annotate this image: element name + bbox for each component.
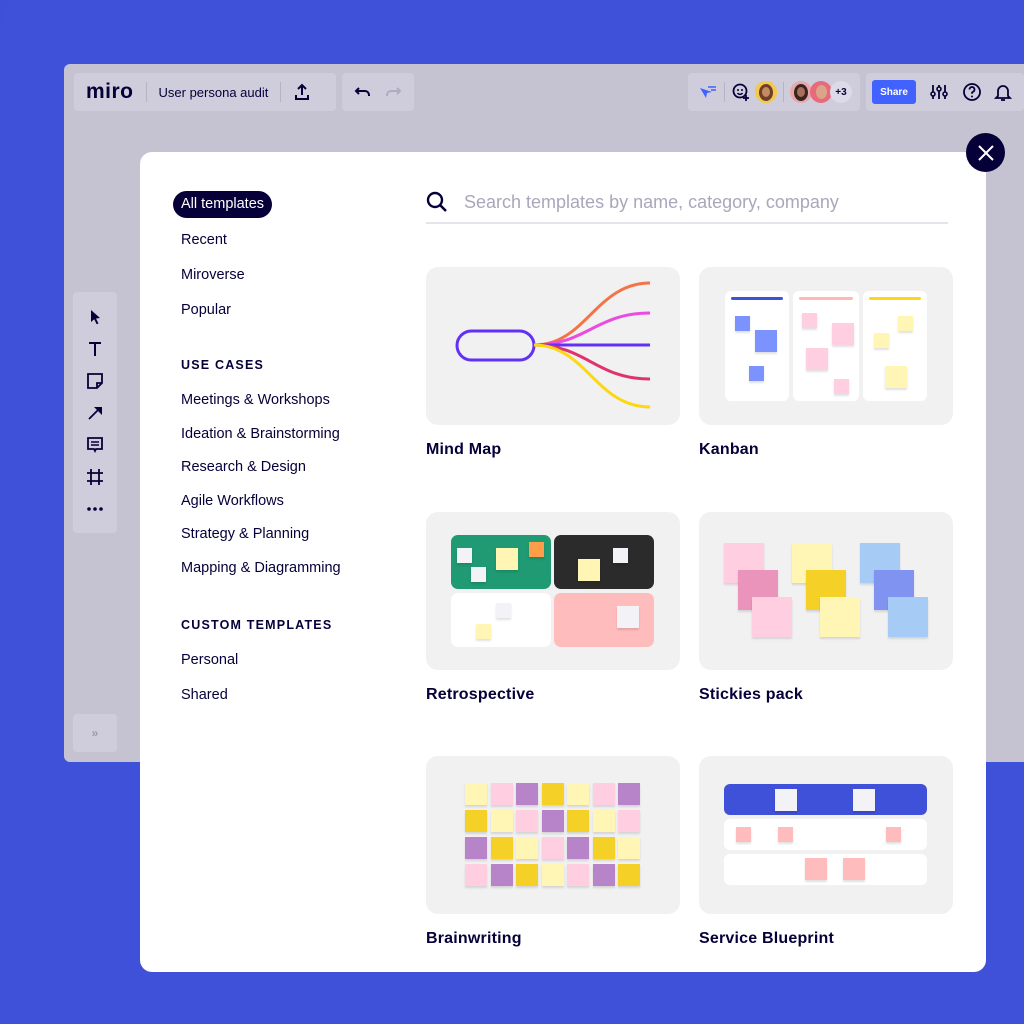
nav-popular[interactable]: Popular (173, 296, 341, 331)
sticky-note (592, 864, 615, 886)
divider (724, 82, 725, 102)
sticky-note (490, 864, 513, 886)
nav-agile-workflows[interactable]: Agile Workflows (173, 487, 341, 521)
avatar[interactable] (790, 81, 812, 103)
search-icon (426, 191, 448, 213)
sticky-note (567, 810, 589, 832)
sticky-note (592, 837, 615, 859)
custom-templates-heading: CUSTOM TEMPLATES (181, 618, 333, 632)
nav-mapping-diagramming[interactable]: Mapping & Diagramming (173, 554, 341, 588)
template-card-brainwriting[interactable]: Brainwriting (426, 756, 680, 948)
template-card-stickies-pack[interactable]: Stickies pack (699, 512, 953, 704)
undo-icon[interactable] (354, 85, 372, 99)
bell-icon[interactable] (994, 82, 1012, 102)
sticky-note (592, 783, 615, 805)
sticky-note (516, 864, 538, 886)
more-icon[interactable] (84, 498, 106, 520)
creation-toolbar (73, 292, 117, 533)
template-card-retrospective[interactable]: Retrospective (426, 512, 680, 704)
sticky-note (567, 837, 589, 859)
board-header: miro User persona audit (74, 73, 336, 111)
divider (783, 82, 784, 102)
frame-icon[interactable] (84, 466, 106, 488)
sticky-note (516, 810, 538, 832)
sticky-note (516, 783, 538, 805)
sticky-note (541, 810, 564, 832)
sticky-note (618, 837, 640, 859)
upload-icon[interactable] (293, 83, 311, 101)
sticky-note (541, 864, 564, 886)
sticky-note (541, 837, 564, 859)
sticky-note (465, 783, 487, 805)
template-title: Retrospective (426, 686, 535, 703)
header-actions: Share (866, 73, 1024, 111)
service-blueprint-thumbnail (699, 756, 953, 914)
divider (280, 82, 282, 102)
use-cases-heading: USE CASES (181, 358, 265, 372)
sticky-note (490, 783, 513, 805)
nav-personal[interactable]: Personal (173, 646, 341, 681)
mind-map-illustration (455, 281, 651, 409)
nav-strategy-planning[interactable]: Strategy & Planning (173, 520, 341, 554)
sticky-note (618, 810, 640, 832)
stickies-pack-thumbnail (699, 512, 953, 670)
brainwriting-thumbnail (426, 756, 680, 914)
search-input[interactable] (462, 190, 936, 214)
template-categories-nav: All templates Recent Miroverse Popular U… (173, 191, 341, 716)
template-title: Service Blueprint (699, 930, 835, 947)
undo-redo-group (342, 73, 414, 111)
sticky-note (592, 810, 615, 832)
sticky-note (465, 864, 487, 886)
add-reaction-icon[interactable] (731, 82, 751, 102)
template-title: Kanban (699, 441, 759, 458)
sticky-note (618, 864, 640, 886)
divider (145, 82, 147, 102)
sticky-note-icon[interactable] (84, 370, 106, 392)
mind-map-thumbnail (426, 267, 680, 425)
avatar[interactable] (810, 81, 832, 103)
share-button[interactable]: Share (872, 80, 916, 104)
sticky-note (490, 810, 513, 832)
miro-logo[interactable]: miro (86, 80, 134, 104)
sticky-note (490, 837, 513, 859)
template-card-service-blueprint[interactable]: Service Blueprint (699, 756, 953, 948)
template-title: Brainwriting (426, 930, 522, 947)
more-collaborators-badge[interactable]: +3 (830, 81, 852, 103)
sticky-note (465, 810, 487, 832)
nav-ideation-brainstorming[interactable]: Ideation & Brainstorming (173, 420, 341, 454)
arrow-icon[interactable] (84, 402, 106, 424)
expand-panel-button[interactable]: » (73, 714, 117, 752)
kanban-thumbnail (699, 267, 953, 425)
retrospective-thumbnail (426, 512, 680, 670)
avatar[interactable] (755, 81, 777, 103)
nav-meetings-workshops[interactable]: Meetings & Workshops (173, 386, 341, 420)
close-icon[interactable] (977, 144, 995, 162)
sticky-note (567, 864, 589, 886)
nav-all-templates[interactable]: All templates (173, 191, 273, 218)
sticky-note (516, 837, 538, 859)
select-icon[interactable] (84, 306, 106, 328)
sticky-note (618, 783, 640, 805)
sticky-note (465, 837, 487, 859)
nav-shared[interactable]: Shared (173, 681, 341, 716)
comment-icon[interactable] (84, 434, 106, 456)
cursor-follow-icon[interactable] (698, 84, 718, 100)
collaboration-bar: +3 (688, 73, 860, 111)
nav-research-design[interactable]: Research & Design (173, 453, 341, 487)
sticky-note (567, 783, 589, 805)
template-search (426, 182, 948, 224)
nav-recent[interactable]: Recent (173, 226, 341, 261)
template-title: Mind Map (426, 441, 502, 458)
template-card-kanban[interactable]: Kanban (699, 267, 953, 459)
template-card-mind-map[interactable]: Mind Map (426, 267, 680, 459)
text-icon[interactable] (84, 338, 106, 360)
template-title: Stickies pack (699, 686, 803, 703)
board-title[interactable]: User persona audit (159, 85, 269, 100)
redo-icon[interactable] (384, 85, 402, 99)
sticky-note (541, 783, 564, 805)
nav-miroverse[interactable]: Miroverse (173, 261, 341, 296)
close-button[interactable] (966, 133, 1005, 172)
settings-sliders-icon[interactable] (930, 83, 948, 101)
help-icon[interactable] (962, 82, 982, 102)
